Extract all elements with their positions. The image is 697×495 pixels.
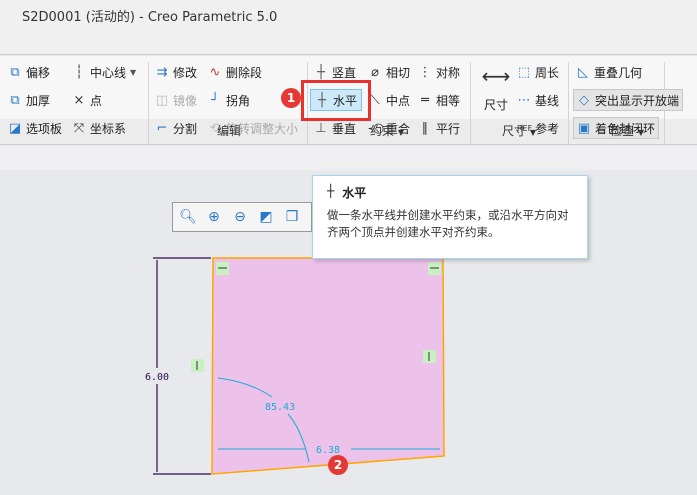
step-badge-2: 2 bbox=[328, 455, 348, 475]
vertical-constraint-marker[interactable] bbox=[423, 350, 436, 363]
height-dimension-label[interactable]: 6.00 bbox=[145, 372, 169, 383]
angle-dimension-label[interactable]: 85.43 bbox=[265, 402, 295, 413]
horizontal-constraint-marker[interactable] bbox=[216, 262, 229, 275]
vertical-constraint-marker[interactable] bbox=[191, 359, 204, 372]
horizontal-constraint-marker[interactable] bbox=[428, 262, 441, 275]
tooltip: ┼ 水平 做一条水平线并创建水平约束，或沿水平方向对齐两个顶点并创建水平对齐约束。 bbox=[312, 175, 588, 259]
tooltip-title: 水平 bbox=[342, 186, 367, 200]
tooltip-description: 做一条水平线并创建水平约束，或沿水平方向对齐两个顶点并创建水平对齐约束。 bbox=[327, 208, 569, 239]
horizontal-icon: ┼ bbox=[327, 184, 335, 198]
sketch-shape[interactable] bbox=[211, 257, 445, 475]
